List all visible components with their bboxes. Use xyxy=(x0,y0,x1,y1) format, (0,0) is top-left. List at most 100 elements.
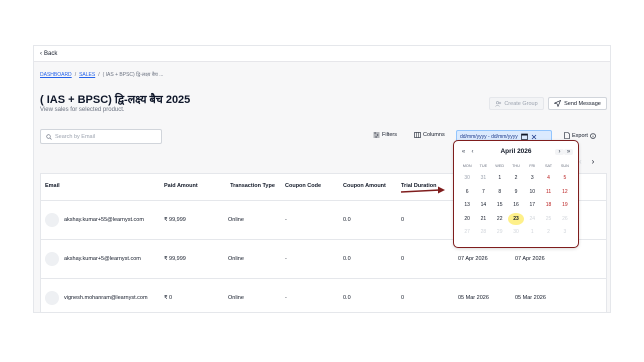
search-icon xyxy=(46,133,52,140)
weekday-label: SUN xyxy=(560,164,569,168)
calendar-day[interactable]: 2 xyxy=(508,172,524,185)
calendar-day[interactable]: 3 xyxy=(524,172,540,185)
calendar-day: 29 xyxy=(496,229,503,235)
calendar-day[interactable]: 16 xyxy=(508,199,524,212)
columns-icon xyxy=(414,132,421,138)
weekday-label: FRI xyxy=(529,164,536,168)
columns-button[interactable]: Columns xyxy=(414,132,445,138)
filters-label: Filters xyxy=(382,132,397,138)
avatar xyxy=(45,291,59,305)
calendar-day[interactable]: 4 xyxy=(540,172,556,185)
calendar-day: 3 xyxy=(563,229,567,235)
date-range-value: dd/mm/yyyy - dd/mm/yyyy xyxy=(460,133,518,140)
calendar-day: 24 xyxy=(529,215,536,222)
calendar-day[interactable]: 5 xyxy=(557,172,573,185)
top-bar: ‹ Back xyxy=(34,46,610,62)
table-row[interactable]: vignesh.mohanram@learnyst.com ₹ 0 Online… xyxy=(41,279,606,312)
email-text: akshay.kumar+5@learnyst.com xyxy=(64,256,141,262)
email-text: akshay.kumar+55@learnyst.com xyxy=(64,217,144,223)
calendar-day: 26 xyxy=(562,215,568,222)
cell-date: 05 Mar 2026 xyxy=(515,295,546,301)
cell-transaction-type: Online xyxy=(228,295,244,301)
calendar-day[interactable]: 31 xyxy=(475,172,491,185)
calendar-day[interactable]: 15 xyxy=(492,199,508,212)
cell-coupon-amount: 0.0 xyxy=(343,217,351,223)
calendar-month-label[interactable]: April 2026 xyxy=(477,148,555,155)
breadcrumb-sales[interactable]: SALES xyxy=(79,72,95,78)
header-paid-amount[interactable]: Paid Amount xyxy=(160,174,224,200)
weekday-label: TUE xyxy=(479,164,488,168)
calendar-day[interactable]: 22 xyxy=(492,213,508,226)
cell-trial-duration: 0 xyxy=(401,217,405,223)
create-group-button[interactable]: Create Group xyxy=(489,97,544,110)
clear-icon[interactable] xyxy=(531,134,537,140)
export-label: Export xyxy=(572,132,588,139)
calendar-day[interactable]: 11 xyxy=(540,186,556,199)
back-link[interactable]: ‹ Back xyxy=(40,51,57,57)
calendar-day[interactable]: 14 xyxy=(475,199,491,212)
cell-coupon-code: - xyxy=(285,295,287,301)
prev-page-button[interactable]: ‹ xyxy=(579,157,582,166)
calendar-day[interactable]: 18 xyxy=(540,199,556,212)
sliders-icon xyxy=(373,132,380,138)
calendar-day[interactable]: 6 xyxy=(459,186,475,199)
header-transaction-type[interactable]: Transaction Type xyxy=(224,174,281,200)
calendar-day[interactable]: 10 xyxy=(524,186,540,199)
next-year-button[interactable]: » xyxy=(564,148,573,155)
calendar-day[interactable]: 9 xyxy=(508,186,524,199)
cell-trial-duration: 0 xyxy=(401,256,405,262)
calendar-grid: MON TUE WED THU FRI SAT SUN 30 31 1 2 3 4 5 6 7 8 9 10 11 12… xyxy=(459,162,573,239)
calendar-icon[interactable] xyxy=(520,133,528,140)
cell-email: akshay.kumar+5@learnyst.com xyxy=(41,240,160,278)
header-coupon-amount[interactable]: Coupon Amount xyxy=(339,174,397,200)
cell-coupon-code: - xyxy=(285,217,287,223)
cell-transaction-type: Online xyxy=(228,256,244,262)
calendar-day[interactable]: 19 xyxy=(557,199,573,212)
cell-end-date: 05 Mar 2026 xyxy=(458,295,489,301)
calendar-day: 25 xyxy=(545,215,552,222)
prev-year-button[interactable]: « xyxy=(459,149,468,155)
send-message-button[interactable]: Send Message xyxy=(548,97,607,110)
back-label: Back xyxy=(44,50,58,57)
breadcrumb-separator: / xyxy=(74,72,77,78)
chevron-left-icon: ‹ xyxy=(40,50,42,57)
calendar-day[interactable]: 17 xyxy=(524,199,540,212)
page-subtitle: View sales for selected product. xyxy=(40,107,125,113)
header-coupon-code[interactable]: Coupon Code xyxy=(281,174,339,200)
date-picker-popup: « ‹ April 2026 › » MON TUE WED THU FRI SAT SUN… xyxy=(453,140,579,248)
breadcrumb-current: ( IAS + BPSC) द्वि-लक्ष्य बैच ... xyxy=(102,72,164,78)
users-icon xyxy=(495,100,502,107)
calendar-day-today[interactable]: 23 xyxy=(507,212,525,225)
cell-coupon-amount: 0.0 xyxy=(343,256,351,262)
breadcrumb-dashboard[interactable]: DASHBOARD xyxy=(40,72,72,78)
header-email[interactable]: Email xyxy=(41,174,160,200)
next-page-button[interactable]: › xyxy=(592,157,595,166)
calendar-day: 1 xyxy=(530,229,534,235)
calendar-day: 28 xyxy=(480,229,487,235)
export-button[interactable]: Export xyxy=(564,132,596,139)
calendar-day: 30 xyxy=(513,229,519,235)
calendar-header: « ‹ April 2026 › » xyxy=(459,145,573,158)
cell-coupon-amount: 0.0 xyxy=(343,295,351,301)
calendar-day[interactable]: 13 xyxy=(459,199,475,212)
email-text: vignesh.mohanram@learnyst.com xyxy=(64,295,148,301)
filters-button[interactable]: Filters xyxy=(373,132,397,138)
calendar-day: 27 xyxy=(464,229,470,235)
calendar-day[interactable]: 8 xyxy=(492,186,508,199)
search-input[interactable]: Search by Email xyxy=(40,129,162,144)
calendar-day[interactable]: 30 xyxy=(459,172,475,185)
next-month-button[interactable]: › xyxy=(555,148,564,155)
page-title: ( IAS + BPSC) द्वि-लक्ष्य बैच 2025 xyxy=(40,94,191,106)
calendar-day[interactable]: 7 xyxy=(475,186,491,199)
prev-month-button[interactable]: ‹ xyxy=(468,149,477,155)
breadcrumb: DASHBOARD / SALES / ( IAS + BPSC) द्वि-ल… xyxy=(40,72,163,78)
calendar-day[interactable]: 20 xyxy=(459,213,475,226)
cell-email: vignesh.mohanram@learnyst.com xyxy=(41,279,160,312)
calendar-day[interactable]: 21 xyxy=(475,213,491,226)
avatar xyxy=(45,252,59,266)
columns-label: Columns xyxy=(423,132,445,138)
cell-paid-amount: ₹ 0 xyxy=(164,295,173,301)
calendar-day[interactable]: 12 xyxy=(557,186,573,199)
calendar-day[interactable]: 1 xyxy=(492,172,508,185)
avatar xyxy=(45,213,59,227)
